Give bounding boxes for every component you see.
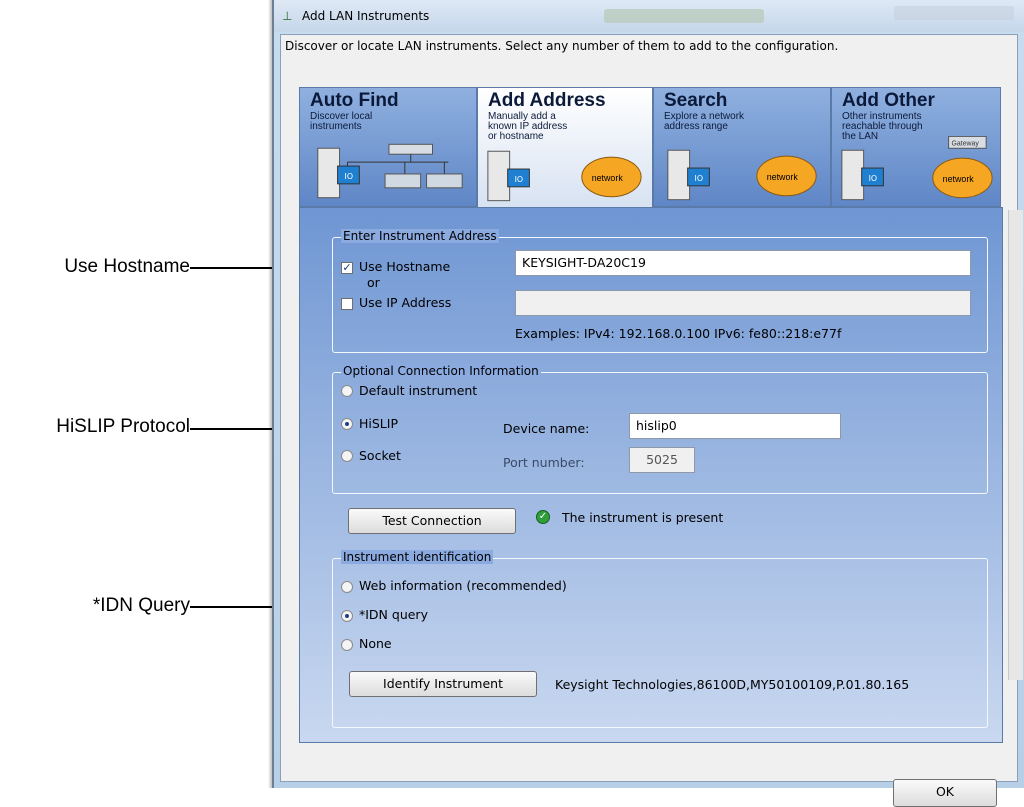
tab-label: Add Address — [488, 90, 606, 111]
search-illustration-icon: IO network — [667, 149, 817, 201]
tab-auto-find[interactable]: Auto Find Discover local instruments IO — [299, 87, 477, 207]
right-scrollbar[interactable] — [1008, 210, 1023, 680]
blurred-background-text — [894, 6, 1014, 20]
use-ip-label: Use IP Address — [359, 295, 452, 310]
add-address-panel: Enter Instrument Address ✓ Use Hostname … — [299, 207, 1003, 743]
socket-radio[interactable] — [341, 450, 353, 462]
dialog-description: Discover or locate LAN instruments. Sele… — [285, 39, 839, 53]
identification-result: Keysight Technologies,86100D,MY50100109,… — [555, 677, 910, 692]
blurred-background-title — [604, 9, 764, 23]
tab-search[interactable]: Search Explore a network address range I… — [653, 87, 831, 207]
port-number-input[interactable]: 5025 — [629, 447, 695, 473]
none-radio[interactable] — [341, 639, 353, 651]
svg-text:network: network — [767, 172, 799, 182]
connection-status: The instrument is present — [562, 510, 724, 525]
tab-subtitle: Explore a network address range — [664, 111, 745, 132]
address-examples: Examples: IPv4: 192.168.0.100 IPv6: fe80… — [515, 326, 842, 341]
idn-query-radio[interactable] — [341, 610, 353, 622]
socket-label: Socket — [359, 448, 401, 463]
tab-subtitle: Discover local instruments — [310, 111, 373, 132]
add-address-illustration-icon: IO network — [487, 150, 642, 202]
use-hostname-checkbox[interactable]: ✓ — [341, 262, 353, 274]
device-name-label: Device name: — [503, 421, 590, 436]
default-instrument-label: Default instrument — [359, 383, 478, 398]
hostname-input[interactable]: KEYSIGHT-DA20C19 — [515, 250, 971, 276]
mode-tabs: Auto Find Discover local instruments IO — [299, 87, 1019, 207]
window-title: Add LAN Instruments — [302, 9, 430, 23]
identify-instrument-button[interactable]: Identify Instrument — [349, 671, 537, 697]
ok-button[interactable]: OK — [893, 779, 997, 807]
or-label: or — [367, 275, 380, 290]
dialog-content: Discover or locate LAN instruments. Sele… — [280, 34, 1019, 807]
test-connection-button[interactable]: Test Connection — [348, 508, 516, 534]
auto-find-illustration-icon: IO — [317, 143, 463, 199]
identification-group: Instrument identification Web informatio… — [332, 550, 988, 728]
callout-hislip: HiSLIP Protocol — [56, 416, 190, 437]
svg-text:network: network — [943, 174, 975, 184]
add-lan-instruments-window: ⊥ Add LAN Instruments Discover or locate… — [272, 0, 1024, 807]
tab-add-other[interactable]: Add Other Other instruments reachable th… — [831, 87, 1001, 207]
callout-use-hostname: Use Hostname — [64, 256, 190, 277]
group-title: Enter Instrument Address — [341, 229, 499, 243]
web-information-label: Web information (recommended) — [359, 578, 567, 593]
tab-label: Search — [664, 90, 728, 111]
use-ip-checkbox[interactable] — [341, 298, 353, 310]
hislip-label: HiSLIP — [359, 416, 398, 431]
hislip-radio[interactable] — [341, 418, 353, 430]
callout-idn: *IDN Query — [92, 595, 190, 616]
tab-add-address[interactable]: Add Address Manually add a known IP addr… — [477, 87, 653, 207]
group-title: Optional Connection Information — [341, 364, 541, 378]
web-information-radio[interactable] — [341, 581, 353, 593]
group-title: Instrument identification — [341, 550, 494, 564]
ip-address-input[interactable] — [515, 290, 971, 316]
device-name-input[interactable]: hislip0 — [629, 413, 841, 439]
svg-text:Gateway: Gateway — [952, 140, 980, 147]
success-check-icon: ✓ — [536, 510, 550, 524]
lan-app-icon: ⊥ — [282, 9, 293, 23]
none-label: None — [359, 636, 392, 651]
add-other-illustration-icon: IO Gateway network — [841, 136, 993, 201]
address-group: Enter Instrument Address ✓ Use Hostname … — [332, 229, 988, 353]
default-instrument-radio[interactable] — [341, 385, 353, 397]
tab-label: Add Other — [842, 90, 935, 111]
tab-label: Auto Find — [310, 90, 399, 111]
svg-text:IO: IO — [869, 174, 878, 183]
svg-text:IO: IO — [515, 175, 524, 184]
idn-query-label: *IDN query — [359, 607, 428, 622]
use-hostname-label: Use Hostname — [359, 259, 451, 274]
port-number-label: Port number: — [503, 455, 585, 470]
connection-group: Optional Connection Information Default … — [332, 364, 988, 494]
svg-text:IO: IO — [344, 172, 353, 181]
svg-text:network: network — [592, 173, 624, 183]
svg-text:IO: IO — [695, 174, 704, 183]
title-bar[interactable]: ⊥ Add LAN Instruments — [274, 0, 1024, 32]
